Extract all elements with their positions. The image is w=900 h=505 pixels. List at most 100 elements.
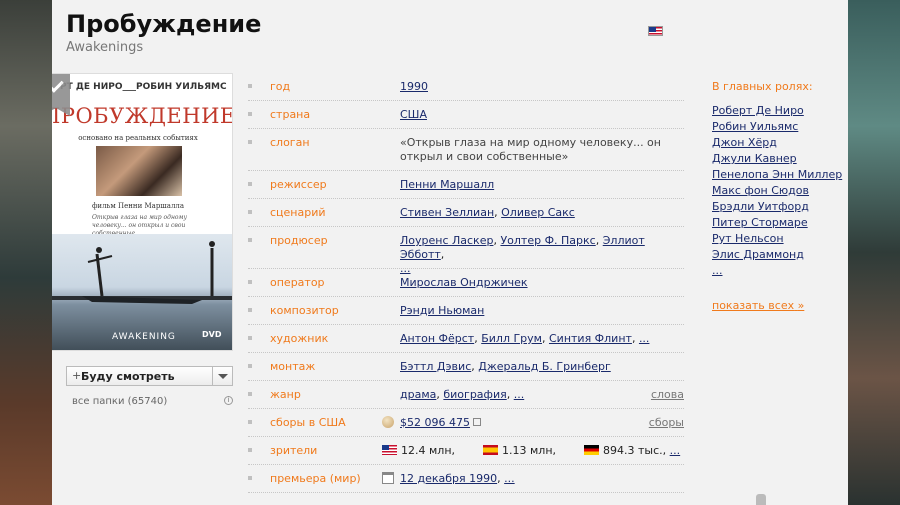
bullet-icon [248,476,252,480]
cast-item[interactable]: Роберт Де Ниро [712,103,848,119]
film-info-table: год 1990 страна США слоган «Открыв глаза… [248,73,684,493]
more-link[interactable]: ... [639,332,650,345]
background-left [0,0,52,505]
slogan-text: «Открыв глаза на мир одному человеку... … [400,136,661,163]
bullet-icon [248,182,252,186]
check-icon [52,77,64,93]
editor-link[interactable]: Джеральд Б. Гринберг [478,360,611,373]
genre-link[interactable]: биография [443,388,506,401]
info-row-artist: художник Антон Фёрст, Билл Грум, Синтия … [248,325,684,353]
poster-bottom-title: AWAKENING [112,332,176,342]
info-row-director: режиссер Пенни Маршалл [248,171,684,199]
bullet-icon [248,364,252,368]
info-label: премьера (мир) [270,472,361,485]
artist-link[interactable]: Синтия Флинт [549,332,632,345]
composer-link[interactable]: Рэнди Ньюман [400,304,484,317]
film-poster[interactable]: РТ ДЕ НИРО___РОБИН УИЛЬЯМС ПРОБУЖДЕНИЕ о… [52,73,233,351]
info-row-year: год 1990 [248,73,684,101]
info-row-box-office: сборы в США $52 096 475 сборы [248,409,684,437]
germany-flag-icon [584,445,600,455]
info-row-producer: продюсер Лоуренс Ласкер, Уолтер Ф. Паркс… [248,227,684,275]
dvd-logo: DVD [202,330,222,339]
bookmark-icon[interactable] [52,74,70,116]
info-row-premiere: премьера (мир) 12 декабря 1990, ... [248,465,684,493]
artist-link[interactable]: Антон Фёрст [400,332,474,345]
cast-more-link[interactable]: ... [712,263,848,279]
more-link[interactable]: ... [514,388,525,401]
bullet-icon [248,336,252,340]
cast-item[interactable]: Джон Хёрд [712,135,848,151]
poster-tagline: основано на реальных событиях [78,134,198,142]
year-link[interactable]: 1990 [400,80,428,93]
coin-icon [382,416,394,428]
info-label: зрители [270,444,318,457]
poster-actors: РТ ДЕ НИРО___РОБИН УИЛЬЯМС [60,82,227,92]
more-link[interactable]: ... [670,444,681,457]
cast-item[interactable]: Элис Драммонд [712,247,848,263]
info-row-writer: сценарий Стивен Зеллиан, Оливер Сакс [248,199,684,227]
info-row-slogan: слоган «Открыв глаза на мир одному челов… [248,129,684,171]
cast-column: В главных ролях: Роберт Де Ниро Робин Уи… [712,80,848,279]
operator-link[interactable]: Мирослав Ондржичек [400,276,528,289]
bullet-icon [248,420,252,424]
film-page: Пробуждение Awakenings РТ ДЕ НИРО___РОБИ… [52,0,848,505]
plus-icon: + [72,369,82,382]
writer-link[interactable]: Стивен Зеллиан [400,206,494,219]
show-all-cast-link[interactable]: показать всех » [712,299,804,312]
premiere-link[interactable]: 12 декабря 1990 [400,472,497,485]
cast-item[interactable]: Рут Нельсон [712,231,848,247]
cast-item[interactable]: Брэдли Уитфорд [712,199,848,215]
genre-link[interactable]: драма [400,388,436,401]
cast-item[interactable]: Джули Кавнер [712,151,848,167]
info-label: оператор [270,276,325,289]
info-row-genre: жанр драма, биография, ... слова [248,381,684,409]
calendar-icon [382,472,394,484]
original-title: Awakenings [66,40,144,55]
watch-later-label: Буду смотреть [81,370,175,383]
country-link[interactable]: США [400,108,427,121]
show-all-label: показать всех [712,299,795,312]
info-label: монтаж [270,360,316,373]
info-label: режиссер [270,178,327,191]
us-flag-icon[interactable] [648,26,663,36]
scroll-up-icon[interactable] [756,494,766,505]
info-label: страна [270,108,311,121]
film-title: Пробуждение [66,10,262,38]
expand-icon[interactable] [472,418,481,426]
info-row-composer: композитор Рэнди Ньюман [248,297,684,325]
bullet-icon [248,210,252,214]
cast-item[interactable]: Макс фон Сюдов [712,183,848,199]
cast-item[interactable]: Робин Уильямс [712,119,848,135]
bullet-icon [248,308,252,312]
viewers-us: 12.4 млн, [401,444,456,457]
cast-list: Роберт Де Ниро Робин Уильямс Джон Хёрд Д… [712,103,848,279]
bullet-icon [248,448,252,452]
watch-later-dropdown[interactable]: + Буду смотреть [66,366,233,386]
bullet-icon [248,280,252,284]
poster-photo [96,146,182,196]
us-flag-icon [382,445,397,455]
editor-link[interactable]: Бэттл Дэвис [400,360,471,373]
background-right [848,0,900,505]
info-label: композитор [270,304,339,317]
info-label: год [270,80,291,93]
director-link[interactable]: Пенни Маршалл [400,178,494,191]
bullet-icon [248,140,252,144]
info-row-viewers: зрители 12.4 млн, 1.13 млн, 894.3 тыс., ..… [248,437,684,465]
cast-item[interactable]: Пенелопа Энн Миллер [712,167,848,183]
keywords-link[interactable]: слова [651,388,684,401]
info-row-editing: монтаж Бэттл Дэвис, Джеральд Б. Гринберг [248,353,684,381]
all-folders-link[interactable]: все папки (65740) [72,396,167,407]
artist-link[interactable]: Билл Грум [481,332,542,345]
producer-link[interactable]: Уолтер Ф. Паркс [500,234,595,247]
chevron-down-icon[interactable] [212,367,232,385]
box-office-link[interactable]: $52 096 475 [400,416,470,429]
cast-title: В главных ролях: [712,80,813,93]
box-office-details-link[interactable]: сборы [649,416,684,429]
info-row-operator: оператор Мирослав Ондржичек [248,269,684,297]
cast-item[interactable]: Питер Стормаре [712,215,848,231]
more-link[interactable]: ... [504,472,515,485]
info-icon[interactable]: i [224,396,233,405]
writer-link[interactable]: Оливер Сакс [501,206,575,219]
producer-link[interactable]: Лоуренс Ласкер [400,234,493,247]
